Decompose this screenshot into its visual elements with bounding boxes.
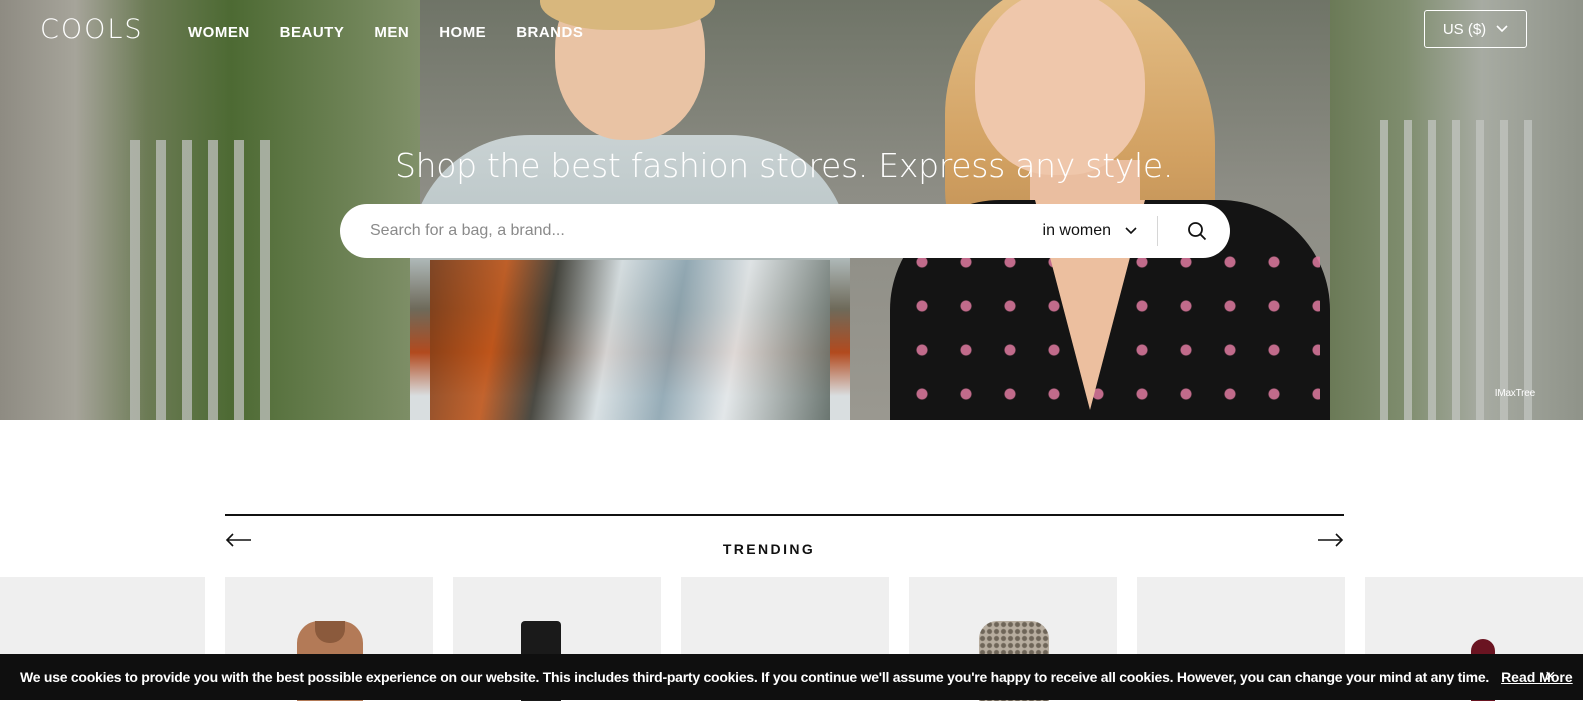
chevron-down-icon: [1496, 25, 1508, 33]
carousel-next-button[interactable]: [1317, 532, 1344, 553]
search-bar: in women: [340, 204, 1230, 258]
main-nav: WOMEN BEAUTY MEN HOME BRANDS: [188, 24, 613, 41]
close-icon[interactable]: ×: [1545, 666, 1556, 687]
cookie-read-more-link[interactable]: Read More: [1501, 669, 1573, 685]
cookie-message: We use cookies to provide you with the b…: [20, 669, 1490, 685]
search-scope-label: in women: [1042, 222, 1111, 239]
nav-item-beauty[interactable]: BEAUTY: [280, 24, 345, 41]
nav-item-home[interactable]: HOME: [439, 24, 486, 41]
nav-item-men[interactable]: MEN: [374, 24, 409, 41]
hero-headline: Shop the best fashion stores. Express an…: [394, 146, 1174, 185]
nav-item-women[interactable]: WOMEN: [188, 24, 250, 41]
arrow-right-icon: [1318, 533, 1344, 547]
currency-label: US ($): [1442, 20, 1487, 38]
cookie-banner: We use cookies to provide you with the b…: [0, 654, 1583, 700]
site-logo[interactable]: COOLS: [40, 14, 144, 45]
search-scope-dropdown[interactable]: in women: [1043, 216, 1158, 246]
nav-item-brands[interactable]: BRANDS: [516, 24, 583, 41]
trending-divider: [225, 514, 1344, 516]
trending-title: TRENDING: [722, 541, 816, 557]
search-input[interactable]: [368, 205, 1043, 257]
search-button[interactable]: [1164, 204, 1230, 258]
currency-selector[interactable]: US ($): [1424, 10, 1527, 48]
model-left-sweater-print: [430, 260, 830, 420]
chevron-down-icon: [1125, 227, 1137, 235]
search-icon: [1188, 222, 1207, 241]
photo-credit: IMaxTree: [1494, 388, 1535, 399]
